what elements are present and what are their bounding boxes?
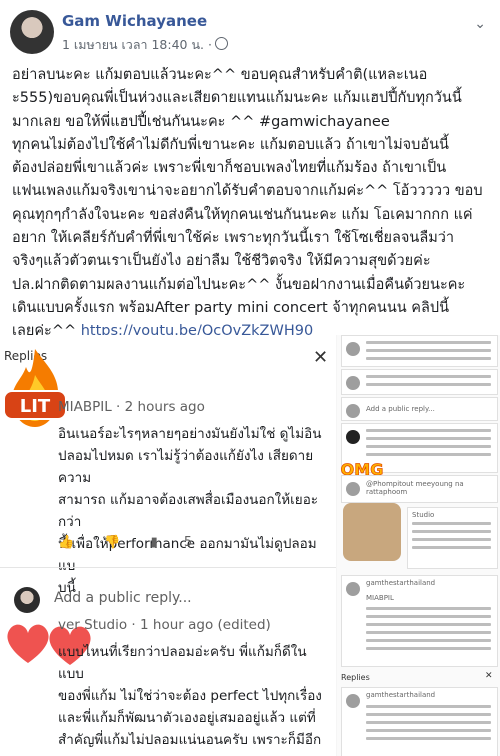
avatar [346,694,360,708]
reply-count: 5 [183,535,193,550]
post-meta: 1 เมษายน เวลา 18:40 น. · [62,35,228,55]
small-comments-screenshots: Add a public reply... OMG @Phompitout me… [337,335,500,756]
avatar [346,482,360,496]
dislike-icon: 👎 [104,535,121,550]
mini-reply-box: Add a public reply... [341,397,498,421]
mini-comment: gamthestarthailand MIABPIL [341,575,498,667]
youtube-comments-screenshot: Replies ✕ LIT MIABPIL · 2 hours ago อินเ… [0,335,336,756]
post-line: ต้องปล่อยพี่เขาแล้วค่ะ เพราะพี่เขาก็ชอบเ… [12,160,447,177]
post-line: ะ555)ขอบคุณพี่เป็นห่วงและเสียดายแทนแก้มน… [12,90,462,107]
mini-comment [341,369,498,395]
post-line: คุณทุกๆกำลังใจนะคะ ขอส่งคืนให้ทุกคนเช่นก… [12,206,473,223]
mini-comment: gamthestarthailand [341,687,498,756]
close-icon: ✕ [313,347,329,368]
chevron-down-icon[interactable]: ⌄ [474,16,486,32]
post-line: มากเลย ขอให้พี่แฮปปี้เช่นกันนะคะ ^^ #gam… [12,113,390,130]
post-line: อย่าลบนะคะ แก้มตอบแล้วนะคะ^^ ขอบคุณสำหรั… [12,67,428,83]
mini-add-reply: Add a public reply... [366,405,435,413]
reply-icon: ▮ [150,535,158,550]
mini-comment: Studio [407,507,498,569]
post-header: Gam Wichayanee 1 เมษายน เวลา 18:40 น. · … [0,0,500,60]
mini-replies-header: Replies [341,673,370,682]
post-line: จริงๆแล้วตัวตนเราเป็นยังไง อย่าลืม ใช้ชี… [12,253,431,270]
post-line: แฟนเพลงแก้มจริงเขาน่าจะอยากได้รับคำตอบจา… [12,183,483,200]
like-icon: 👍 [58,535,75,550]
comment-text: แบบไหนที่เรียกว่าปลอมอ่ะครับ พี่แก้มก็ดี… [58,644,322,748]
avatar [346,430,360,444]
close-icon: ✕ [485,671,493,681]
mini-username: gamthestarthailand [366,579,436,587]
mini-username: @Phompitout meeyoung na rattaphoom [366,480,464,496]
post-line: ปล.ฝากติดตามผลงานแก้มต่อไปนะคะ^^ งั้นขอฝ… [12,276,466,293]
globe-icon [214,37,228,50]
mini-username: gamthestarthailand [366,691,436,699]
avatar [346,376,360,390]
mini-username: Studio [412,511,435,519]
comment-actions: 👍 👎 ▮ 5 [58,535,218,550]
attached-image[interactable]: Replies ✕ LIT MIABPIL · 2 hours ago อินเ… [0,335,500,756]
avatar [346,342,360,356]
mini-comment: @Phompitout meeyoung na rattaphoom [341,475,498,503]
comment-username: ver Studio · 1 hour ago (edited) [58,617,271,633]
avatar [346,582,360,596]
post-body: อย่าลบนะคะ แก้มตอบแล้วนะคะ^^ ขอบคุณสำหรั… [12,64,492,344]
svg-text:LIT: LIT [20,396,51,417]
author-avatar[interactable] [10,10,54,54]
mini-comment [341,335,498,367]
post-line: เดินแบบครั้งแรก พร้อมAfter party mini co… [12,299,449,316]
post-line: อยาก ให้เคลียร์กับคำที่พี่เขาใช้ค่ะ เพรา… [12,230,455,247]
author-name[interactable]: Gam Wichayanee [62,12,207,30]
mini-username: MIABPIL [366,594,394,602]
post-timestamp[interactable]: 1 เมษายน เวลา 18:40 น. · [62,37,212,52]
comment-username: MIABPIL · 2 hours ago [58,399,205,415]
comment-text: อินเนอร์อะไรๆหลายๆอย่างมันยังไม่ใช่ ดูไม… [58,426,322,596]
post-line: ทุกคนไม่ต้องไปใช้คำไม่ดีกับพี่เขานะคะ แก… [12,136,449,153]
divider [0,567,336,568]
monkey-sticker-icon [343,503,401,561]
avatar [346,404,360,418]
